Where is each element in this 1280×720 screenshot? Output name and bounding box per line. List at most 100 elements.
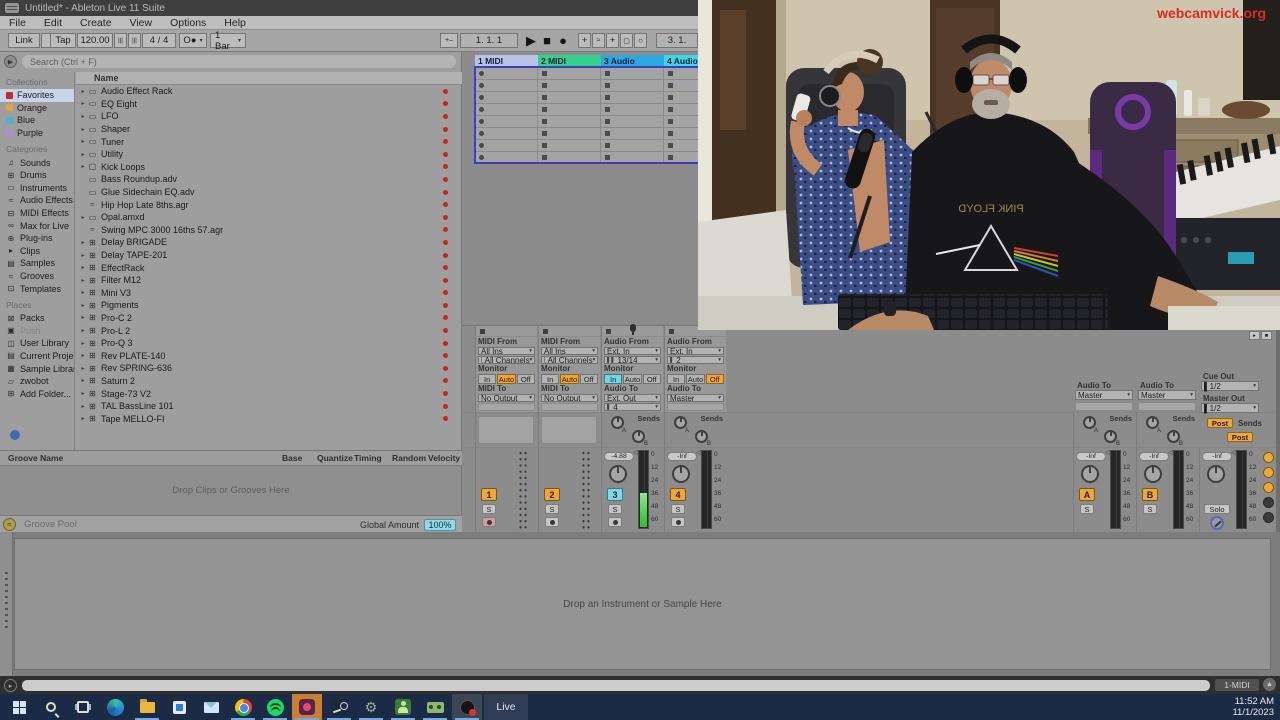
browser-item[interactable]: ▸ ▭ Utility: [76, 148, 462, 161]
solo-button[interactable]: S: [1080, 504, 1094, 514]
sidebar-item-add-folder[interactable]: ⊞ Add Folder...: [0, 387, 74, 400]
browser-item[interactable]: ≈ Hip Hop Late 8ths.agr: [76, 198, 462, 211]
scene-launch-button[interactable]: [1263, 497, 1274, 508]
browser-item[interactable]: ▸ ⊞ Pigments: [76, 299, 462, 312]
expand-arrow-icon[interactable]: ▸: [79, 327, 87, 334]
tempo-field[interactable]: 120.00: [77, 33, 113, 48]
browser-item[interactable]: ▸ ⊞ Pro-Q 3: [76, 337, 462, 350]
monitor-auto[interactable]: Auto: [560, 374, 578, 384]
loop-button[interactable]: ○: [634, 33, 647, 48]
file-explorer-button[interactable]: [132, 694, 162, 720]
screen-recorder-button[interactable]: [452, 694, 482, 720]
audio-from-select[interactable]: Ext. In▾: [667, 347, 724, 355]
browser-item[interactable]: ▸ ▭ Shaper: [76, 123, 462, 136]
menu-item[interactable]: Options: [161, 17, 215, 29]
browser-item[interactable]: ▸ ⊞ Filter M12: [76, 274, 462, 287]
monitor-in[interactable]: In: [604, 374, 622, 384]
sidebar-category-item[interactable]: ⊞ Drums: [0, 169, 74, 182]
clip-slot[interactable]: [475, 128, 537, 139]
stop-clips-button[interactable]: [601, 326, 663, 336]
solo-button[interactable]: S: [608, 504, 622, 514]
stop-button[interactable]: ■: [540, 32, 554, 49]
record-button[interactable]: ●: [556, 32, 570, 49]
monitor-in[interactable]: In: [667, 374, 685, 384]
expand-arrow-icon[interactable]: ▸: [79, 289, 87, 296]
cassette-app-button[interactable]: [420, 694, 450, 720]
sidebar-item-purple[interactable]: Purple: [0, 127, 74, 140]
track-activator[interactable]: 1: [481, 488, 497, 501]
clip-slot[interactable]: [538, 140, 600, 151]
expand-arrow-icon[interactable]: ▸: [79, 277, 87, 284]
monitor-in[interactable]: In: [478, 374, 496, 384]
clip-slot[interactable]: [475, 152, 537, 163]
clip-slot[interactable]: [475, 140, 537, 151]
clip-slot[interactable]: [538, 152, 600, 163]
sidebar-category-item[interactable]: ▤ Samples: [0, 257, 74, 270]
browser-item[interactable]: ▸ ⊞ TAL BassLine 101: [76, 400, 462, 413]
time-signature-field[interactable]: 4 / 4: [142, 33, 176, 48]
solo-button[interactable]: S: [482, 504, 496, 514]
midi-from-select[interactable]: All Ins▾: [478, 347, 535, 355]
store-button[interactable]: [164, 694, 194, 720]
stream-app-button[interactable]: [292, 694, 322, 720]
play-button[interactable]: ▶: [524, 32, 538, 49]
clip-slot[interactable]: [601, 92, 663, 103]
solo-cue-button[interactable]: Solo: [1204, 504, 1230, 514]
spotify-button[interactable]: [260, 694, 290, 720]
monitor-off[interactable]: Off: [706, 374, 724, 384]
tap-button[interactable]: Tap: [50, 33, 76, 48]
sidebar-item-current-project[interactable]: ▤ Current Project: [0, 350, 74, 363]
browser-item[interactable]: ▸ ⊞ Rev PLATE-140: [76, 349, 462, 362]
browser-item[interactable]: ▸ ▭ Tuner: [76, 135, 462, 148]
sidebar-item-favorites[interactable]: Favorites: [0, 89, 74, 102]
groove-pool-drop-zone[interactable]: Drop Clips or Grooves Here: [0, 466, 462, 515]
pan-knob[interactable]: [672, 465, 690, 483]
sidebar-category-item[interactable]: ≈ Grooves: [0, 270, 74, 283]
monitor-in[interactable]: In: [541, 374, 559, 384]
expand-arrow-icon[interactable]: ▸: [79, 314, 87, 321]
audio-to-select[interactable]: Ext. Out▾: [604, 394, 661, 402]
midi-to-select[interactable]: No Output▾: [478, 394, 535, 402]
clip-slot[interactable]: [601, 152, 663, 163]
expand-arrow-icon[interactable]: ▸: [79, 365, 87, 372]
menu-item[interactable]: Edit: [35, 17, 71, 29]
sidebar-item-blue[interactable]: Blue: [0, 114, 74, 127]
task-view-button[interactable]: [68, 694, 98, 720]
expand-arrow-icon[interactable]: ▸: [79, 415, 87, 422]
volume-display[interactable]: -Inf: [1139, 452, 1169, 461]
expand-arrow-icon[interactable]: ▸: [79, 264, 87, 271]
arm-button[interactable]: [671, 517, 685, 527]
track-activator[interactable]: 3: [607, 488, 623, 501]
clip-slot[interactable]: [475, 80, 537, 91]
monitor-off[interactable]: Off: [580, 374, 598, 384]
arm-button[interactable]: [545, 517, 559, 527]
browser-item[interactable]: ▸ ⊞ Saturn 2: [76, 375, 462, 388]
scene-play-icon[interactable]: ▸: [1249, 331, 1260, 340]
pan-knob[interactable]: [609, 465, 627, 483]
sidebar-item-user-library[interactable]: ◫ User Library: [0, 337, 74, 350]
clip-slot[interactable]: [601, 128, 663, 139]
steam-button[interactable]: [324, 694, 354, 720]
expand-arrow-icon[interactable]: ▸: [79, 377, 87, 384]
track-activator[interactable]: 4: [670, 488, 686, 501]
expand-tray-icon[interactable]: ▲: [1263, 678, 1276, 691]
browser-item[interactable]: ▸ ▭ EQ Eight: [76, 98, 462, 111]
mail-button[interactable]: [196, 694, 226, 720]
sidebar-item-orange[interactable]: Orange: [0, 102, 74, 115]
arm-button[interactable]: [482, 517, 496, 527]
browser-item[interactable]: ▸ ⊞ Pro-C 2: [76, 312, 462, 325]
audio-from-select[interactable]: Ext. In▾: [604, 347, 661, 355]
send-a-pre-post-button[interactable]: Post: [1207, 418, 1233, 428]
chrome-button[interactable]: [228, 694, 258, 720]
sidebar-category-item[interactable]: ▭ Instruments: [0, 182, 74, 195]
scene-launch-button[interactable]: [1263, 512, 1274, 523]
clip-slot[interactable]: [538, 68, 600, 79]
preview-play-icon[interactable]: ▸: [4, 679, 17, 692]
clip-slot[interactable]: [475, 68, 537, 79]
avatar-app-button[interactable]: [388, 694, 418, 720]
clip-slot[interactable]: [538, 128, 600, 139]
browser-item[interactable]: ▸ ▭ Opal.amxd: [76, 211, 462, 224]
track-header-3[interactable]: 3 Audio: [601, 55, 664, 67]
monitor-auto[interactable]: Auto: [623, 374, 641, 384]
browser-item[interactable]: ▸ ⊞ EffectRack: [76, 261, 462, 274]
